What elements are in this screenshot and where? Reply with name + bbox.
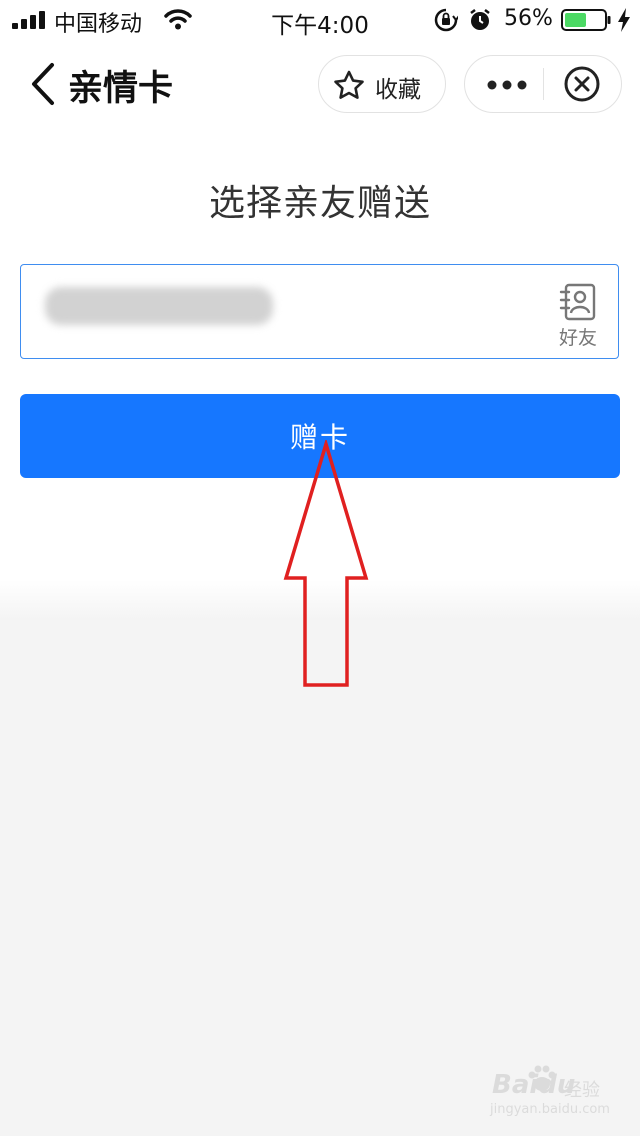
favorite-label: 收藏 [375,77,421,103]
status-bar: 中国移动 下午4:00 56% [0,0,640,40]
friends-picker-button[interactable]: 好友 [553,281,603,349]
watermark-sub: 经验 [564,1080,600,1101]
baidu-jingyan-watermark: Baidu 经验 jingyan.baidu.com [486,1064,626,1124]
star-icon [334,70,364,99]
paw-logo-icon [528,1065,556,1091]
friends-label: 好友 [558,327,597,349]
close-circle-icon [564,66,600,102]
redacted-phone-blur [45,287,273,325]
contacts-book-icon [559,283,596,321]
battery-icon [561,9,611,31]
select-recipient-heading: 选择亲友赠送 [208,183,431,224]
favorite-button[interactable]: 收藏 [318,55,446,113]
mini-program-capsule [464,55,622,113]
rotation-lock-icon [434,8,458,32]
recipient-field: 好友 [20,264,619,359]
watermark-url: jingyan.baidu.com [490,1102,610,1117]
page-title: 亲情卡 [68,69,174,109]
battery-percent: 56% [504,6,553,31]
close-mini-program-button[interactable] [544,56,621,112]
alarm-clock-icon [470,9,490,30]
back-chevron-icon[interactable] [28,62,58,106]
more-dots-icon [487,80,527,90]
annotation-arrow-icon [283,440,369,687]
charging-bolt-icon [618,8,630,32]
more-options-button[interactable] [465,56,543,112]
